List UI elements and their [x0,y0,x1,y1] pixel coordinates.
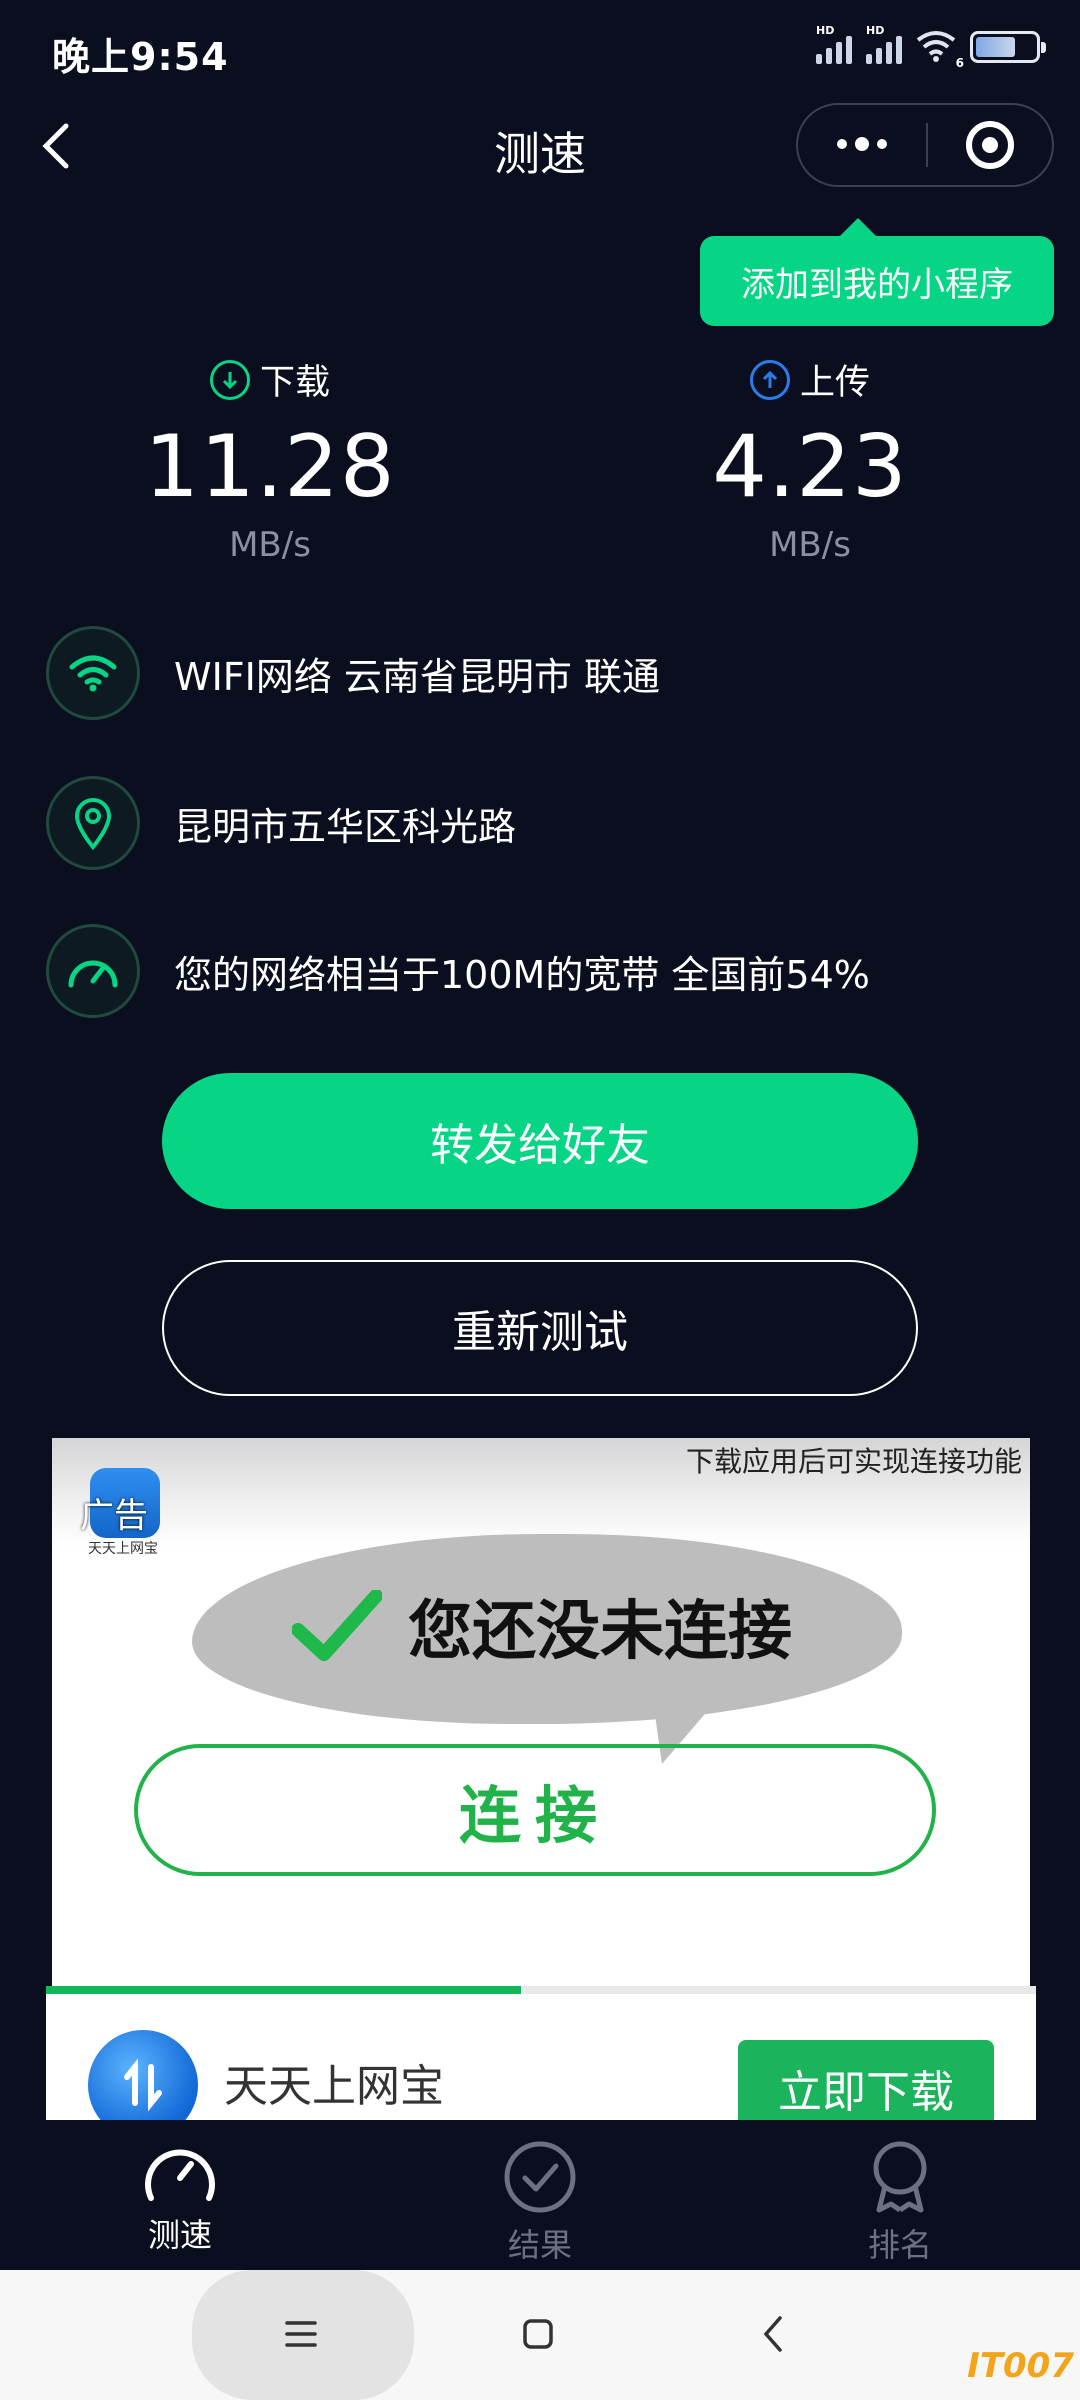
add-to-my-miniprograms-tooltip[interactable]: 添加到我的小程序 [700,218,1054,326]
upload-speed: 上传 4.23 MB/s [610,354,1010,565]
upload-arrow-icon [749,359,790,400]
download-label: 下载 [70,354,470,405]
check-circle-icon [504,2141,576,2213]
target-icon [966,121,1014,169]
gauge-icon [145,2149,215,2201]
home-button[interactable] [522,2318,554,2354]
tab-bar: 测速 结果 排名 [0,2120,1080,2270]
upload-label: 上传 [610,354,1010,405]
chevron-left-icon [763,2316,782,2352]
ad-progress-fill [46,1986,522,1994]
status-time: 晚上9:54 [52,35,229,79]
download-speed: 下载 11.28 MB/s [70,354,470,565]
ad-footer: 天天上网宝 立即下载 [46,1994,1036,2120]
status-icons: HD HD 6 [816,24,1046,70]
hamburger-icon [285,2321,317,2347]
download-unit: MB/s [229,525,311,565]
tab-results[interactable]: 结果 [440,2140,640,2266]
retest-button[interactable]: 重新测试 [162,1260,918,1396]
ribbon-icon [873,2141,927,2213]
bandwidth-info-row: 您的网络相当于100M的宽带 全国前54% [46,924,870,1018]
watermark-logo: IT007 [967,2346,1074,2386]
ad-progress-bar [46,1986,1036,1994]
speedometer-icon [46,924,140,1018]
tab-speed-test[interactable]: 测速 [80,2140,280,2256]
ad-banner[interactable]: 下载应用后可实现连接功能 天天上网宝 广告 您还没未连接 连接 [52,1438,1030,1988]
ad-message: 您还没未连接 [292,1580,792,1672]
ad-connect-button[interactable]: 连接 [134,1744,936,1876]
location-info-text: 昆明市五华区科光路 [174,804,517,849]
ad-tip-text: 下载应用后可实现连接功能 [685,1445,1022,1478]
signal-2-icon: HD [866,24,902,64]
transfer-arrows-icon [124,2058,162,2112]
signal-1-icon: HD [816,24,852,64]
close-miniprogram-button[interactable] [928,121,1052,169]
menu-button[interactable] [284,2318,318,2354]
system-back-button[interactable] [758,2314,788,2358]
miniprogram-capsule [796,103,1054,187]
network-info-text: WIFI网络 云南省昆明市 联通 [174,654,661,699]
download-value: 11.28 [144,417,396,517]
share-to-friend-button[interactable]: 转发给好友 [162,1073,918,1209]
system-navigation-bar: IT007 [0,2270,1080,2400]
location-pin-icon [46,776,140,870]
network-info-row: WIFI网络 云南省昆明市 联通 [46,626,660,720]
wifi-icon [46,626,140,720]
wifi-status-icon: 6 [916,30,964,70]
app-icon [88,2030,198,2120]
bandwidth-info-text: 您的网络相当于100M的宽带 全国前54% [174,952,870,997]
upload-value: 4.23 [712,417,908,517]
square-icon [523,2319,553,2349]
tab-ranking[interactable]: 排名 [800,2140,1000,2266]
ad-label[interactable]: 广告 [80,1488,148,1537]
download-now-button[interactable]: 立即下载 [738,2040,994,2120]
checkmark-icon [292,1590,382,1661]
app-name: 天天上网宝 [224,2061,444,2112]
location-info-row: 昆明市五华区科光路 [46,776,516,870]
upload-unit: MB/s [769,525,851,565]
more-menu-button[interactable] [798,137,926,151]
ad-logo-caption: 天天上网宝 [88,1541,158,1557]
battery-icon [970,31,1046,63]
download-arrow-icon [209,359,250,400]
